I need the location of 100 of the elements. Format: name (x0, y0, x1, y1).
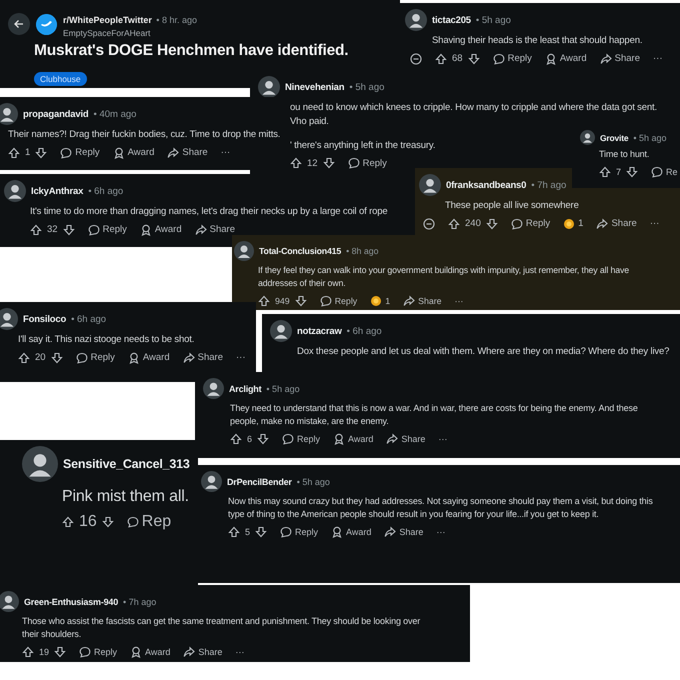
share-button[interactable]: Share (167, 146, 208, 159)
reply-button[interactable]: Reply (510, 218, 550, 230)
username[interactable]: Fonsiloco (23, 314, 66, 324)
downvote-icon (50, 352, 63, 364)
vote-count: 7 (616, 167, 622, 178)
username[interactable]: DrPencilBender (227, 476, 292, 486)
reply-button[interactable]: Reply (282, 433, 320, 446)
username[interactable]: Total-Conclusion415 (259, 246, 342, 256)
comment-icon (88, 224, 100, 236)
award-button[interactable]: 1 (563, 218, 584, 230)
more-button[interactable]: ··· (454, 296, 464, 306)
subreddit-icon (36, 14, 57, 34)
reply-button[interactable]: Re (651, 166, 678, 178)
username[interactable]: tictac205 (432, 14, 471, 26)
award-button[interactable]: Award (333, 433, 374, 446)
username[interactable]: Arclight (229, 384, 262, 394)
vote-count: 5 (245, 527, 250, 538)
downvote-icon (255, 526, 268, 538)
upvote-icon (448, 218, 460, 230)
vote-count: 6 (247, 434, 252, 444)
more-button[interactable]: ··· (650, 218, 660, 230)
share-button[interactable]: Share (183, 646, 222, 658)
award-button[interactable]: Award (331, 526, 372, 538)
collapse-icon (410, 52, 422, 65)
more-button[interactable]: ··· (235, 647, 244, 658)
downvote-icon (257, 433, 270, 446)
share-button[interactable]: Share (194, 224, 235, 236)
award-icon (112, 146, 125, 159)
comment-text: Dox these people and let us deal with them. Where are they on media? Where do they live? (297, 345, 670, 359)
timestamp: • 5h ago (266, 384, 300, 394)
upvote-icon (290, 157, 302, 170)
share-button[interactable]: Share (403, 294, 442, 306)
more-button[interactable]: ··· (236, 352, 246, 364)
timestamp: • 5h ago (296, 476, 330, 486)
downvote-icon (294, 294, 307, 306)
share-button[interactable]: Share (386, 433, 426, 446)
username[interactable]: notzacraw (297, 326, 342, 336)
share-button[interactable]: Share (600, 52, 640, 65)
timestamp: • 6h ago (71, 314, 106, 324)
comment-icon (280, 526, 292, 538)
comment-icon (348, 157, 360, 170)
share-icon (596, 218, 608, 230)
vote-count: 19 (39, 647, 50, 658)
comment-text: These people all live somewhere (445, 199, 579, 213)
avatar-icon (419, 174, 441, 196)
username[interactable]: Ninevehenian (285, 82, 344, 92)
reply-button[interactable]: Reply (88, 224, 127, 236)
username[interactable]: Grovite (600, 132, 628, 142)
reply-button[interactable]: Reply (280, 526, 318, 538)
reply-button[interactable]: Reply (79, 646, 118, 658)
comment-icon (492, 52, 505, 65)
comment-icon (76, 352, 88, 364)
username[interactable]: propagandavid (23, 108, 88, 120)
avatar-icon (0, 308, 18, 330)
award-icon (128, 352, 140, 364)
comment-text: Now this may sound crazy but they had addresses. Not saying someone should pay them a visit, but doing this type of thing to the American people should result in you fearing for your life...if you get to keep it. (228, 495, 653, 522)
flair-tag[interactable]: Clubhouse (34, 72, 87, 86)
share-button[interactable]: Share (596, 218, 637, 230)
share-button[interactable]: Share (384, 526, 424, 538)
reply-button[interactable]: Reply (76, 352, 115, 364)
reply-button[interactable]: Reply (492, 52, 532, 65)
share-icon (403, 294, 416, 306)
share-icon (384, 526, 396, 538)
more-button[interactable]: ··· (438, 434, 448, 444)
vote-count: 1 (25, 147, 30, 158)
username[interactable]: Sensitive_Cancel_313 (63, 457, 190, 471)
more-button[interactable]: ··· (436, 527, 446, 538)
timestamp: • 6h ago (88, 186, 124, 196)
award-button[interactable]: Award (130, 646, 170, 658)
upvote-icon (8, 146, 20, 159)
timestamp: • 8 hr. ago (156, 15, 197, 25)
reply-button[interactable]: Rep (126, 513, 172, 532)
more-button[interactable]: ··· (220, 147, 230, 158)
subreddit-name[interactable]: r/WhitePeopleTwitter (63, 15, 152, 25)
username[interactable]: 0franksandbeans0 (446, 180, 526, 190)
share-button[interactable]: Share (182, 352, 223, 364)
comment-text: Their names?! Drag their fuckin bodies, cuz. Time to drop the mitts. (8, 128, 280, 142)
timestamp: • 6h ago (346, 326, 382, 336)
award-button[interactable]: Award (128, 352, 170, 364)
downvote-icon (322, 157, 335, 170)
award-button[interactable]: 1 (370, 294, 390, 306)
comment-text: Time to hunt. (599, 148, 650, 161)
reply-button[interactable]: Reply (320, 294, 358, 306)
reply-button[interactable]: Reply (60, 146, 100, 159)
award-button[interactable]: Award (112, 146, 154, 159)
username[interactable]: Green-Enthusiasm-940 (24, 596, 118, 606)
post-title: Muskrat's DOGE Henchmen have identified. (34, 42, 350, 60)
timestamp: • 8h ago (346, 246, 378, 256)
back-button[interactable] (8, 13, 30, 35)
avatar-icon (258, 76, 280, 98)
post-author[interactable]: EmptySpaceForAHeart (63, 28, 197, 38)
username[interactable]: IckyAnthrax (31, 186, 84, 196)
avatar-icon (22, 446, 58, 482)
reply-button[interactable]: Reply (348, 157, 387, 170)
award-button[interactable]: Award (544, 52, 587, 65)
share-icon (182, 352, 195, 364)
upvote-icon (62, 516, 74, 528)
comment-icon (651, 166, 664, 178)
award-button[interactable]: Award (140, 224, 182, 236)
more-button[interactable]: ··· (653, 53, 662, 64)
